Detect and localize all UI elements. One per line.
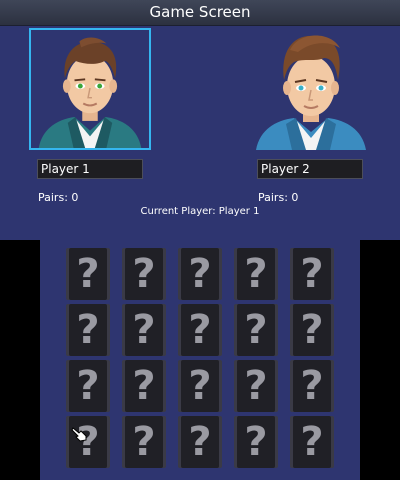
memory-card[interactable]: ?	[125, 416, 163, 468]
card-board: ????????????????????	[40, 240, 360, 480]
memory-card[interactable]: ?	[181, 304, 219, 356]
memory-card[interactable]: ?	[293, 248, 331, 300]
screen-title: Game Screen	[0, 0, 400, 26]
player-1-avatar	[38, 37, 142, 148]
player-2-portrait	[250, 28, 372, 150]
player-2-name: Player 2	[257, 159, 363, 179]
memory-card[interactable]: ?	[237, 304, 275, 356]
player-2-pairs: Pairs: 0	[258, 191, 299, 204]
memory-card[interactable]: ?	[69, 248, 107, 300]
memory-card[interactable]: ?	[69, 360, 107, 412]
memory-card[interactable]: ?	[293, 416, 331, 468]
memory-card[interactable]: ?	[125, 248, 163, 300]
memory-card[interactable]: ?	[293, 304, 331, 356]
memory-card[interactable]: ?	[125, 360, 163, 412]
memory-card[interactable]: ?	[237, 360, 275, 412]
memory-card[interactable]: ?	[181, 248, 219, 300]
player-1-name: Player 1	[37, 159, 143, 179]
top-screen: Game Screen Player 1 Player 2 Pairs: 0 P…	[0, 0, 400, 240]
player-1-pairs: Pairs: 0	[38, 191, 79, 204]
memory-card[interactable]: ?	[237, 416, 275, 468]
memory-card[interactable]: ?	[181, 360, 219, 412]
memory-card[interactable]: ?	[237, 248, 275, 300]
memory-card[interactable]: ?	[69, 304, 107, 356]
player-2-avatar	[256, 35, 366, 150]
memory-card[interactable]: ?	[181, 416, 219, 468]
player-1-portrait	[29, 28, 151, 150]
memory-card[interactable]: ?	[69, 416, 107, 468]
current-player-status: Current Player: Player 1	[140, 206, 260, 217]
memory-card[interactable]: ?	[293, 360, 331, 412]
memory-card[interactable]: ?	[125, 304, 163, 356]
